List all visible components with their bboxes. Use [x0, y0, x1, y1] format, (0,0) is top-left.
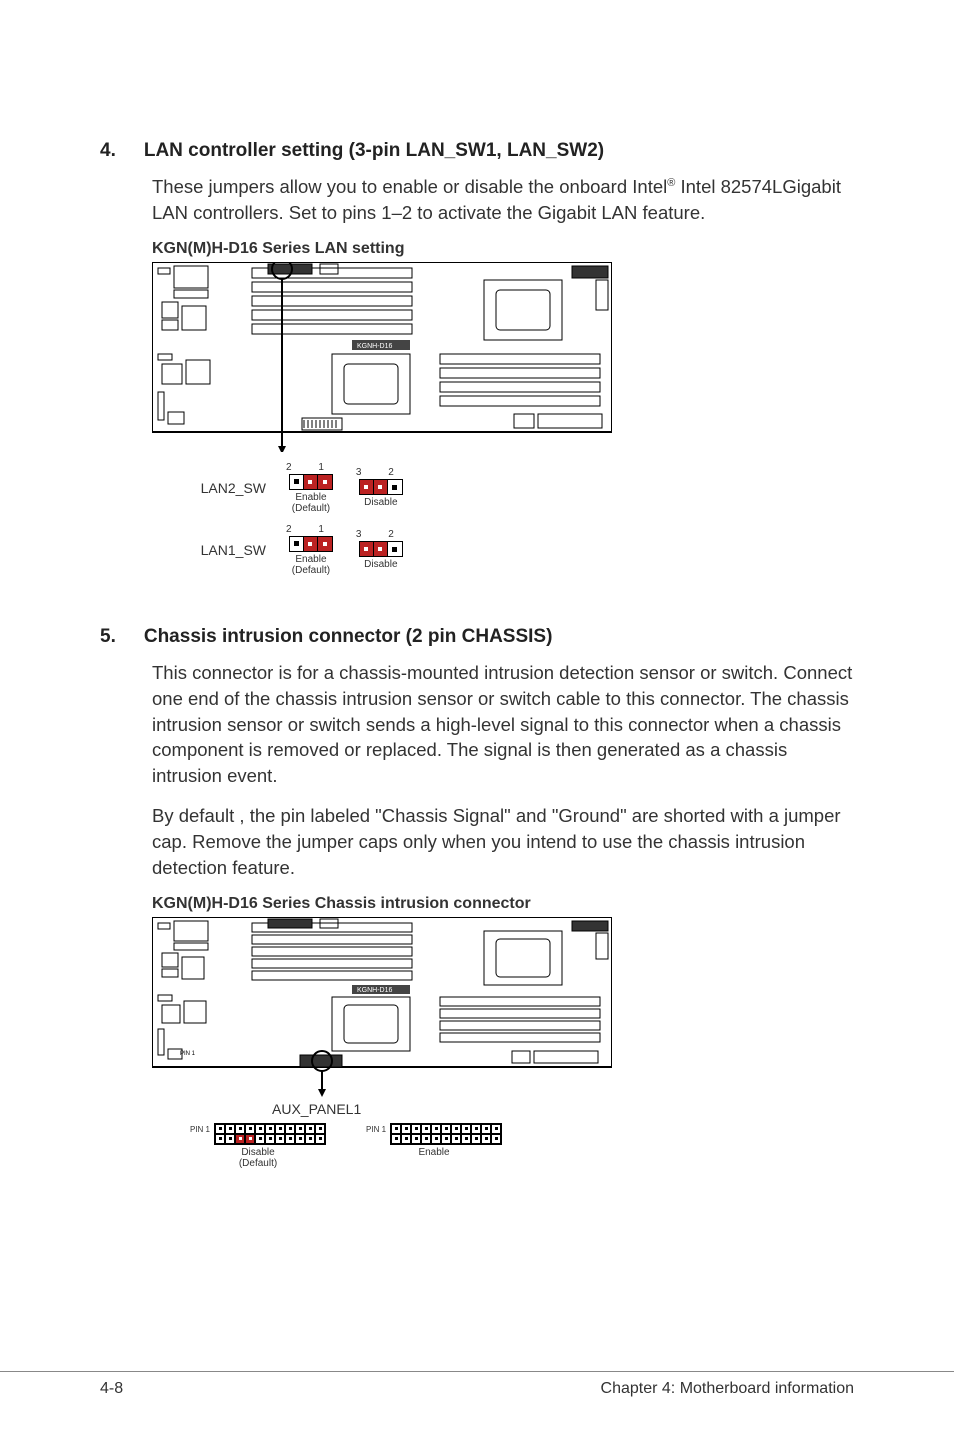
- section4-body-a: These jumpers allow you to enable or dis…: [152, 176, 667, 197]
- aux-disable-pins: [214, 1123, 326, 1145]
- section-lan-controller: 4. LAN controller setting (3-pin LAN_SW1…: [100, 140, 854, 576]
- section4-body: These jumpers allow you to enable or dis…: [152, 174, 854, 226]
- lan1-disable-block: [359, 541, 403, 557]
- aux-row: PIN 1 Disable (Default) PIN 1: [190, 1123, 854, 1169]
- page-number: 4-8: [100, 1380, 123, 1398]
- disable-text: Disable: [241, 1147, 274, 1158]
- default-text-3: (Default): [239, 1158, 277, 1169]
- motherboard-svg-chassis: KGNH-D16: [152, 917, 612, 1097]
- lan2-enable-caption: Enable (Default): [292, 492, 330, 514]
- aux-enable-block: PIN 1 Enable: [366, 1123, 502, 1169]
- default-text-2: (Default): [292, 565, 330, 576]
- lan2-sw-row: LAN2_SW 2 1 Enable (Default) 3 2: [190, 462, 854, 514]
- lan1-sw-row: LAN1_SW 2 1 Enable (Default) 3 2: [190, 524, 854, 576]
- lan2-enable-nums: 2 1: [286, 462, 336, 473]
- section5-num: 5.: [100, 626, 116, 648]
- lan2-label: LAN2_SW: [190, 480, 266, 496]
- lan1-disable-group: 3 2 Disable: [356, 529, 406, 570]
- pin1-board: PIN 1: [180, 1051, 196, 1057]
- figure-title-chassis: KGN(M)H-D16 Series Chassis intrusion con…: [152, 895, 854, 913]
- lan1-disable-caption: Disable: [364, 559, 397, 570]
- default-text: (Default): [292, 503, 330, 514]
- aux-enable-pins: [390, 1123, 502, 1145]
- section4-title: LAN controller setting (3-pin LAN_SW1, L…: [144, 140, 604, 162]
- lan2-enable-group: 2 1 Enable (Default): [286, 462, 336, 514]
- aux-enable-caption: Enable: [418, 1147, 449, 1158]
- section4-heading: 4. LAN controller setting (3-pin LAN_SW1…: [100, 140, 854, 162]
- board-label-chassis: KGNH-D16: [357, 987, 393, 994]
- lan1-enable-block: [289, 536, 333, 552]
- lan2-disable-caption: Disable: [364, 497, 397, 508]
- section5-p2: By default , the pin labeled "Chassis Si…: [152, 803, 854, 881]
- lan1-label: LAN1_SW: [190, 542, 266, 558]
- section4-num: 4.: [100, 140, 116, 162]
- lan2-disable-group: 3 2 Disable: [356, 467, 406, 508]
- lan1-enable-group: 2 1 Enable (Default): [286, 524, 336, 576]
- section-chassis-intrusion: 5. Chassis intrusion connector (2 pin CH…: [100, 626, 854, 1169]
- page-footer: 4-8 Chapter 4: Motherboard information: [0, 1371, 954, 1398]
- lan2-disable-nums: 3 2: [356, 467, 406, 478]
- aux-disable-caption: Disable (Default): [239, 1147, 277, 1169]
- board-diagram-lan: KGNH-D16: [152, 262, 854, 576]
- enable-text: Enable: [295, 492, 326, 503]
- aux-disable-block: PIN 1 Disable (Default): [190, 1123, 326, 1169]
- section5-heading: 5. Chassis intrusion connector (2 pin CH…: [100, 626, 854, 648]
- lan1-enable-nums: 2 1: [286, 524, 336, 535]
- section5-p1: This connector is for a chassis-mounted …: [152, 660, 854, 789]
- aux-panel-label: AUX_PANEL1: [272, 1101, 854, 1117]
- lan1-disable-nums: 3 2: [356, 529, 406, 540]
- board-diagram-chassis: KGNH-D16: [152, 917, 854, 1169]
- lan1-enable-caption: Enable (Default): [292, 554, 330, 576]
- section5-title: Chassis intrusion connector (2 pin CHASS…: [144, 626, 553, 648]
- pin1-label-b: PIN 1: [366, 1125, 386, 1134]
- chapter-title: Chapter 4: Motherboard information: [601, 1380, 854, 1398]
- lan2-enable-block: [289, 474, 333, 490]
- motherboard-svg-lan: KGNH-D16: [152, 262, 612, 452]
- pin1-label-a: PIN 1: [190, 1125, 210, 1134]
- figure-title-lan: KGN(M)H-D16 Series LAN setting: [152, 240, 854, 258]
- lan2-disable-block: [359, 479, 403, 495]
- board-label-lan: KGNH-D16: [357, 343, 393, 350]
- enable-text-2: Enable: [295, 554, 326, 565]
